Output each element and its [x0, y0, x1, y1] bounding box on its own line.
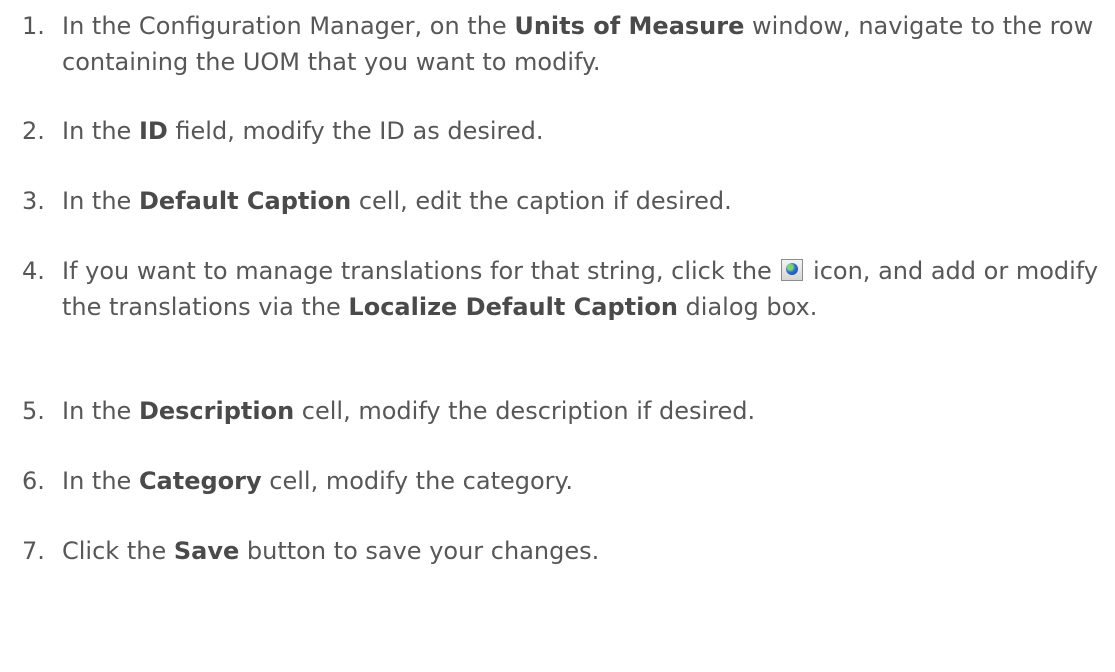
dialog-name: Localize Default Caption [348, 293, 678, 321]
step-number: 6. [22, 467, 45, 495]
step-number: 7. [22, 537, 45, 565]
window-name: Units of Measure [514, 12, 745, 40]
step-number: 5. [22, 397, 45, 425]
step-number: 3. [22, 187, 45, 215]
step-number: 1. [22, 12, 45, 40]
step-text: Click the Save button to save your chang… [62, 537, 600, 565]
step-text: In the Description cell, modify the desc… [62, 397, 756, 425]
step-text: In the ID field, modify the ID as desire… [62, 117, 544, 145]
field-name: Category [138, 467, 262, 495]
step-text: In the Category cell, modify the categor… [62, 467, 573, 495]
step-text: In the Default Caption cell, edit the ca… [62, 187, 732, 215]
step-text: If you want to manage translations for t… [62, 257, 1099, 321]
field-name: ID [138, 117, 168, 145]
step-number: 2. [22, 117, 45, 145]
globe-icon [781, 259, 804, 281]
button-name: Save [173, 537, 240, 565]
field-name: Default Caption [138, 187, 352, 215]
step-number: 4. [22, 257, 45, 285]
field-name: Description [138, 397, 295, 425]
step-text: In the Configuration Manager, on the Uni… [62, 12, 1094, 76]
